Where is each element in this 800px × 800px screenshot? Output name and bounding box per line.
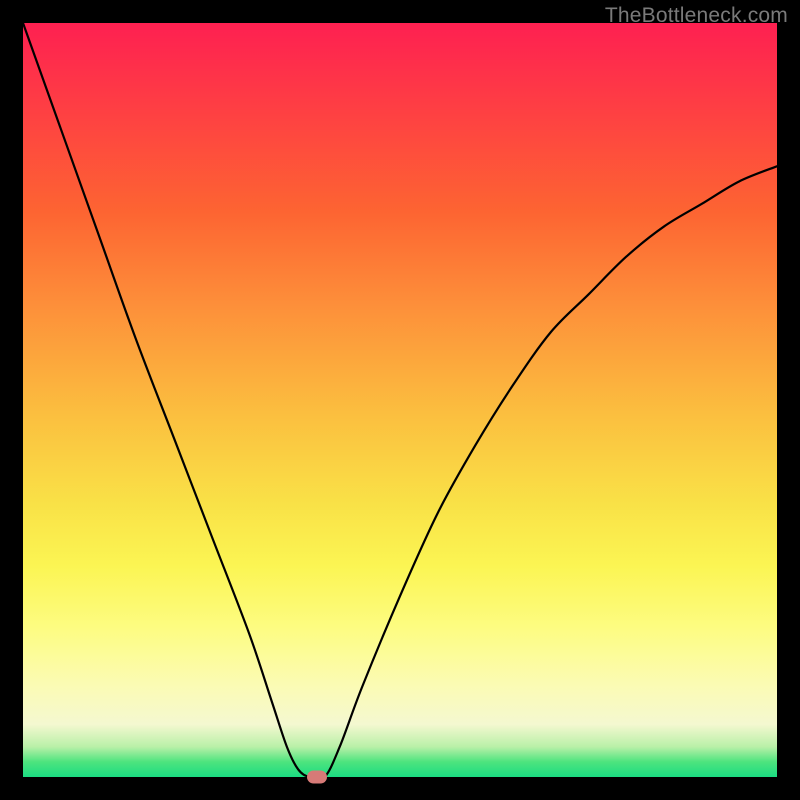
chart-frame: TheBottleneck.com [0,0,800,800]
minimum-marker [307,771,327,784]
plot-area [23,23,777,777]
watermark-label: TheBottleneck.com [605,4,788,28]
bottleneck-curve [23,23,777,777]
